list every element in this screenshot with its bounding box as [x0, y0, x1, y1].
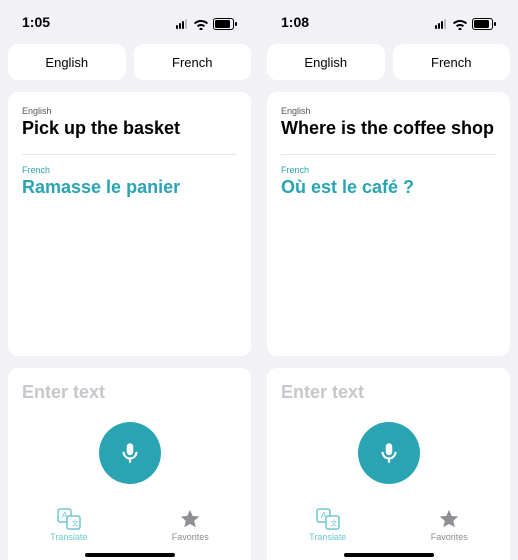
target-language-label: French [22, 165, 237, 175]
text-input[interactable]: Enter text [22, 382, 237, 403]
tab-bar: A文 Translate Favorites [8, 502, 251, 560]
status-time: 1:05 [22, 14, 50, 30]
microphone-button[interactable] [99, 422, 161, 484]
tab-translate[interactable]: A文 Translate [8, 502, 130, 548]
language-selector: English French [267, 44, 510, 80]
signal-icon [435, 19, 446, 29]
svg-text:A: A [62, 511, 68, 520]
microphone-button[interactable] [358, 422, 420, 484]
target-language-button[interactable]: French [134, 44, 252, 80]
status-right [435, 18, 496, 30]
language-selector: English French [8, 44, 251, 80]
source-text: Pick up the basket [22, 118, 237, 140]
target-language-label: French [281, 165, 496, 175]
microphone-icon [117, 440, 143, 466]
status-time: 1:08 [281, 14, 309, 30]
source-language-label: English [22, 106, 237, 116]
home-indicator [85, 553, 175, 557]
status-bar: 1:08 [267, 0, 510, 32]
source-language-button[interactable]: English [8, 44, 126, 80]
translate-icon: A文 [57, 508, 81, 530]
input-panel: Enter text A文 Translate Favorites [267, 368, 510, 560]
screens-row: 1:05 English French English Pick up the … [0, 0, 518, 560]
divider [281, 154, 496, 155]
tab-translate[interactable]: A文 Translate [267, 502, 389, 548]
tab-favorites[interactable]: Favorites [389, 502, 511, 548]
translation-card: English Where is the coffee shop French … [267, 92, 510, 356]
phone-screen: 1:05 English French English Pick up the … [0, 0, 259, 560]
tab-bar: A文 Translate Favorites [267, 502, 510, 560]
source-language-button[interactable]: English [267, 44, 385, 80]
status-right [176, 18, 237, 30]
svg-text:A: A [321, 511, 327, 520]
phone-screen: 1:08 English French English Where is the… [259, 0, 518, 560]
battery-icon [213, 18, 237, 30]
source-text: Where is the coffee shop [281, 118, 496, 140]
tab-translate-label: Translate [50, 532, 87, 542]
tab-favorites[interactable]: Favorites [130, 502, 252, 548]
text-input[interactable]: Enter text [281, 382, 496, 403]
translation-card: English Pick up the basket French Ramass… [8, 92, 251, 356]
microphone-icon [376, 440, 402, 466]
star-icon [179, 508, 201, 530]
target-text: Où est le café ? [281, 177, 496, 198]
battery-icon [472, 18, 496, 30]
target-text: Ramasse le panier [22, 177, 237, 198]
home-indicator [344, 553, 434, 557]
target-language-button[interactable]: French [393, 44, 511, 80]
wifi-icon [193, 18, 209, 30]
source-language-label: English [281, 106, 496, 116]
wifi-icon [452, 18, 468, 30]
tab-favorites-label: Favorites [172, 532, 209, 542]
translate-icon: A文 [316, 508, 340, 530]
tab-favorites-label: Favorites [431, 532, 468, 542]
svg-text:文: 文 [330, 519, 337, 528]
input-panel: Enter text A文 Translate Favorites [8, 368, 251, 560]
star-icon [438, 508, 460, 530]
svg-text:文: 文 [71, 519, 78, 528]
divider [22, 154, 237, 155]
signal-icon [176, 19, 187, 29]
status-bar: 1:05 [8, 0, 251, 32]
tab-translate-label: Translate [309, 532, 346, 542]
